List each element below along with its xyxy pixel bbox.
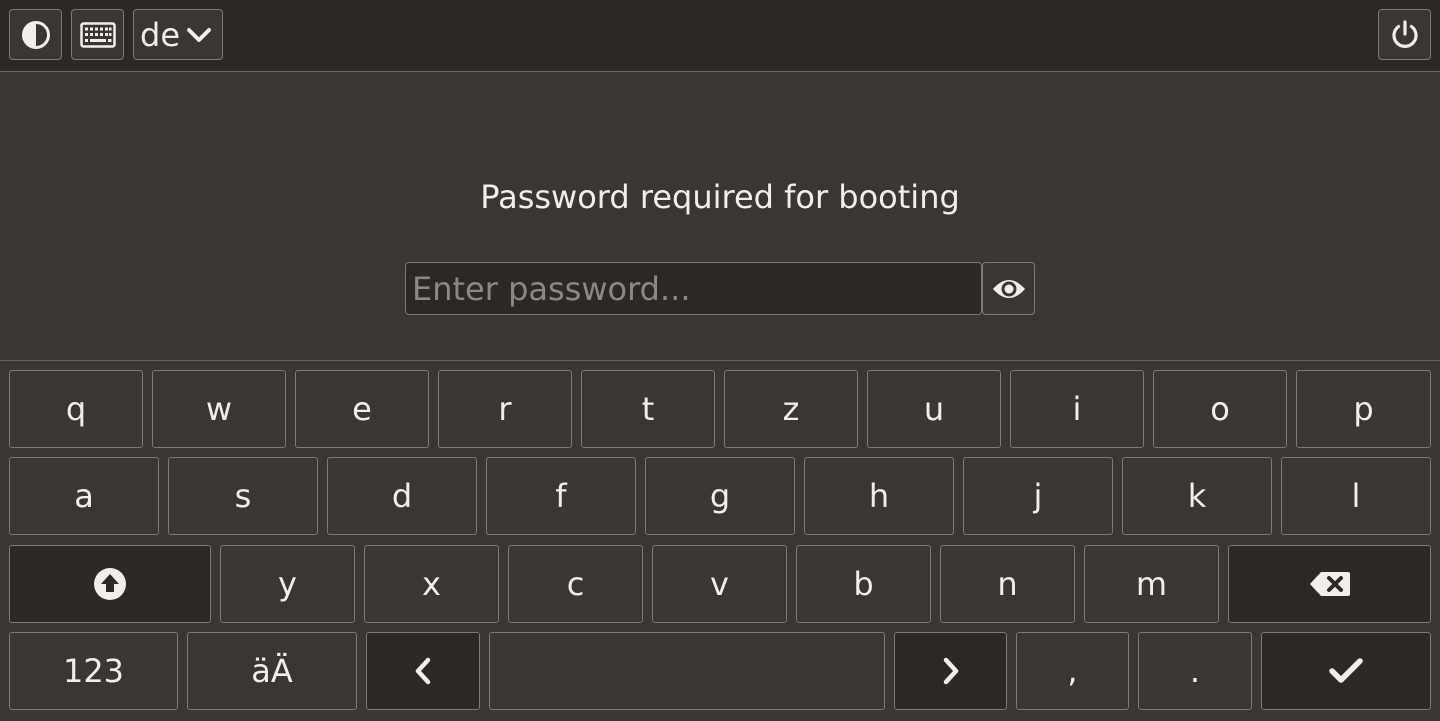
key-g[interactable]: g: [645, 457, 795, 535]
key-k[interactable]: k: [1122, 457, 1272, 535]
password-prompt-title: Password required for booting: [480, 178, 960, 216]
backspace-icon: [1309, 572, 1350, 596]
key-p[interactable]: p: [1296, 370, 1431, 448]
password-input[interactable]: [405, 262, 982, 315]
key-u[interactable]: u: [867, 370, 1001, 448]
language-label: de: [140, 15, 180, 54]
key-t[interactable]: t: [581, 370, 715, 448]
keyboard-icon: [79, 21, 116, 48]
shift-icon: [94, 568, 126, 600]
key-d[interactable]: d: [327, 457, 477, 535]
key-m[interactable]: m: [1084, 545, 1219, 623]
power-button[interactable]: [1378, 9, 1431, 60]
checkmark-icon: [1329, 658, 1363, 683]
chevron-right-icon: [943, 657, 958, 685]
enter-key[interactable]: [1261, 632, 1431, 710]
comma-key[interactable]: ,: [1016, 632, 1129, 710]
reveal-password-button[interactable]: [982, 262, 1035, 315]
key-q[interactable]: q: [9, 370, 143, 448]
key-f[interactable]: f: [486, 457, 636, 535]
key-e[interactable]: e: [295, 370, 429, 448]
chevron-down-icon: [187, 27, 211, 42]
cursor-left-key[interactable]: [366, 632, 480, 710]
key-n[interactable]: n: [940, 545, 1075, 623]
key-w[interactable]: w: [152, 370, 286, 448]
key-l[interactable]: l: [1281, 457, 1431, 535]
key-z[interactable]: z: [724, 370, 858, 448]
key-s[interactable]: s: [168, 457, 318, 535]
keyboard-toggle-button[interactable]: [71, 9, 124, 60]
key-i[interactable]: i: [1010, 370, 1144, 448]
language-select[interactable]: de: [133, 9, 223, 60]
contrast-icon: [21, 20, 50, 49]
key-y[interactable]: y: [220, 545, 355, 623]
eye-icon: [992, 279, 1025, 298]
top-bar: de: [0, 0, 1440, 72]
cursor-right-key[interactable]: [894, 632, 1007, 710]
key-r[interactable]: r: [438, 370, 572, 448]
key-a[interactable]: a: [9, 457, 159, 535]
contrast-button[interactable]: [9, 9, 62, 60]
power-icon: [1391, 19, 1418, 48]
backspace-key[interactable]: [1228, 545, 1431, 623]
space-key[interactable]: [489, 632, 885, 710]
chevron-left-icon: [415, 657, 431, 685]
shift-key[interactable]: [9, 545, 211, 623]
period-key[interactable]: .: [1138, 632, 1252, 710]
key-x[interactable]: x: [364, 545, 499, 623]
key-b[interactable]: b: [796, 545, 931, 623]
key-v[interactable]: v: [652, 545, 787, 623]
umlaut-key[interactable]: äÄ: [187, 632, 357, 710]
numbers-key[interactable]: 123: [9, 632, 178, 710]
key-h[interactable]: h: [804, 457, 954, 535]
key-o[interactable]: o: [1153, 370, 1287, 448]
key-c[interactable]: c: [508, 545, 643, 623]
key-j[interactable]: j: [963, 457, 1113, 535]
